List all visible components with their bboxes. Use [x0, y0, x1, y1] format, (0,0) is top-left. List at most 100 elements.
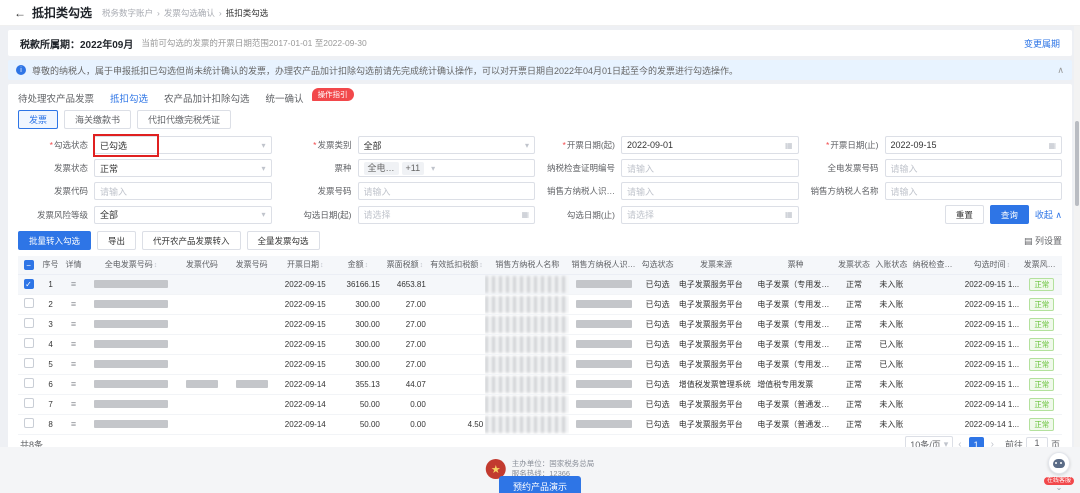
risk-level-tag[interactable]: 正常 [1029, 298, 1054, 311]
tab-2[interactable]: 抵扣勾选 [110, 91, 148, 105]
required-mark: * [563, 140, 566, 150]
text-input[interactable]: 请输入 [885, 182, 1063, 200]
breadcrumb-item[interactable]: 发票勾选确认 [164, 7, 215, 19]
text-input[interactable]: 请输入 [94, 182, 272, 200]
action-button-1[interactable]: 批量转入勾选 [18, 231, 91, 250]
risk-level-tag[interactable]: 正常 [1029, 378, 1054, 391]
detail-icon[interactable]: ≡ [71, 399, 76, 409]
dropdown-select[interactable]: 正常▾ [94, 159, 272, 177]
detail-icon[interactable]: ≡ [71, 319, 76, 329]
sort-icon[interactable]: ↕ [154, 262, 158, 269]
column-header-tax[interactable]: 票面税额↕ [382, 256, 428, 274]
text-input[interactable]: 请输入 [621, 159, 799, 177]
subtab-2[interactable]: 海关缴款书 [64, 110, 131, 129]
reset-button[interactable]: 重置 [945, 205, 984, 224]
text-input[interactable]: 请输入 [358, 182, 536, 200]
sort-icon[interactable]: ↕ [479, 262, 483, 269]
dropdown-select[interactable]: 全部▾ [94, 206, 272, 224]
redacted-value [236, 380, 268, 388]
cell-kind: 电子发票（普通发票） [755, 394, 836, 414]
cell-entry-status: 已入账 [872, 354, 910, 374]
sort-icon[interactable]: ↕ [320, 262, 324, 269]
collapse-link[interactable]: 收起 ∧ [1035, 208, 1062, 221]
dropdown-select[interactable]: 全部▾ [358, 136, 536, 154]
column-header-seq: 序号 [39, 256, 62, 274]
column-header-date[interactable]: 开票日期↕ [277, 256, 334, 274]
text-input[interactable]: 请输入 [885, 159, 1063, 177]
cell-invoice-number [85, 314, 177, 334]
dropdown-select[interactable]: 全电…+11▾ [358, 159, 536, 177]
row-checkbox[interactable] [24, 338, 34, 348]
dropdown-select[interactable]: 已勾选▾ [94, 136, 272, 154]
guide-badge[interactable]: 操作指引 [312, 88, 354, 101]
sort-icon[interactable]: ↕ [365, 262, 369, 269]
sort-icon[interactable]: ↕ [420, 262, 424, 269]
demo-button[interactable]: 预约产品演示 [499, 476, 581, 493]
select-all-checkbox[interactable]: − [24, 260, 34, 270]
filter-field: 纳税检查证明编号请输入 [545, 159, 799, 177]
row-checkbox[interactable] [24, 298, 34, 308]
tab-4[interactable]: 统一确认 [266, 91, 304, 105]
risk-level-tag[interactable]: 正常 [1029, 418, 1054, 431]
cell-seller-name [485, 354, 569, 374]
change-period-link[interactable]: 变更属期 [1024, 37, 1060, 50]
cell-invoice-no [227, 354, 277, 374]
row-checkbox[interactable] [24, 318, 34, 328]
redacted-value [94, 320, 169, 328]
date-picker[interactable]: 2022-09-15▦ [885, 136, 1063, 154]
row-checkbox[interactable]: ✓ [24, 279, 34, 289]
filter-field: *开票日期(起)2022-09-01▦ [545, 136, 799, 154]
subtab-1[interactable]: 发票 [18, 110, 58, 129]
detail-icon[interactable]: ≡ [71, 379, 76, 389]
detail-icon[interactable]: ≡ [71, 419, 76, 429]
breadcrumb-item[interactable]: 税务数字账户 [102, 7, 153, 19]
risk-level-tag[interactable]: 正常 [1029, 398, 1054, 411]
detail-icon[interactable]: ≡ [71, 279, 76, 289]
column-header-code: 发票代码 [177, 256, 227, 274]
detail-icon[interactable]: ≡ [71, 339, 76, 349]
customer-service-avatar[interactable] [1048, 452, 1070, 474]
scrollbar-thumb[interactable] [1075, 121, 1079, 206]
cell-date: 2022-09-14 [277, 414, 334, 434]
action-button-2[interactable]: 导出 [97, 231, 136, 250]
chevron-down-icon: ▾ [431, 164, 435, 173]
widget-collapse-icon[interactable]: ⌄ [1044, 485, 1074, 491]
back-icon[interactable]: ← [14, 6, 26, 20]
tab-1[interactable]: 待处理农产品发票 [18, 91, 94, 105]
row-checkbox[interactable] [24, 398, 34, 408]
sort-icon[interactable]: ↕ [1007, 262, 1011, 269]
cell-check-time: 2022-09-15 1... [962, 314, 1021, 334]
column-header-time[interactable]: 勾选时间↕ [962, 256, 1021, 274]
blurred-value [485, 296, 569, 313]
risk-level-tag[interactable]: 正常 [1029, 338, 1054, 351]
column-header-number[interactable]: 全电发票号码↕ [85, 256, 177, 274]
cell-source: 电子发票服务平台 [677, 354, 756, 374]
footer-org: 主办单位：国家税务总局 [512, 459, 595, 469]
risk-level-tag[interactable]: 正常 [1029, 358, 1054, 371]
subtab-3[interactable]: 代扣代缴完税凭证 [137, 110, 231, 129]
row-checkbox[interactable] [24, 358, 34, 368]
column-header-amount[interactable]: 金额↕ [334, 256, 382, 274]
calendar-icon: ▦ [785, 210, 793, 219]
text-input[interactable]: 请输入 [621, 182, 799, 200]
detail-icon[interactable]: ≡ [71, 299, 76, 309]
search-button[interactable]: 查询 [990, 205, 1029, 224]
risk-level-tag[interactable]: 正常 [1029, 278, 1054, 291]
tab-3[interactable]: 农产品加计扣除勾选 [164, 91, 250, 105]
row-checkbox[interactable] [24, 418, 34, 428]
filter-field: 勾选日期(起)请选择▦ [282, 205, 536, 224]
action-button-3[interactable]: 代开农产品发票转入 [142, 231, 241, 250]
date-picker[interactable]: 2022-09-01▦ [621, 136, 799, 154]
date-picker[interactable]: 请选择▦ [621, 206, 799, 224]
action-button-4[interactable]: 全量发票勾选 [247, 231, 320, 250]
detail-icon[interactable]: ≡ [71, 359, 76, 369]
cell-effective-tax [428, 354, 485, 374]
row-checkbox[interactable] [24, 378, 34, 388]
column-header-eff[interactable]: 有效抵扣税额↕ [428, 256, 485, 274]
risk-level-tag[interactable]: 正常 [1029, 318, 1054, 331]
cell-seller-id [569, 394, 638, 414]
notice-collapse-icon[interactable]: ∧ [1057, 65, 1064, 76]
customer-service-badge[interactable]: 在线客服 [1044, 477, 1074, 485]
column-setting-link[interactable]: ▤ 列设置 [1024, 234, 1062, 247]
date-picker[interactable]: 请选择▦ [358, 206, 536, 224]
